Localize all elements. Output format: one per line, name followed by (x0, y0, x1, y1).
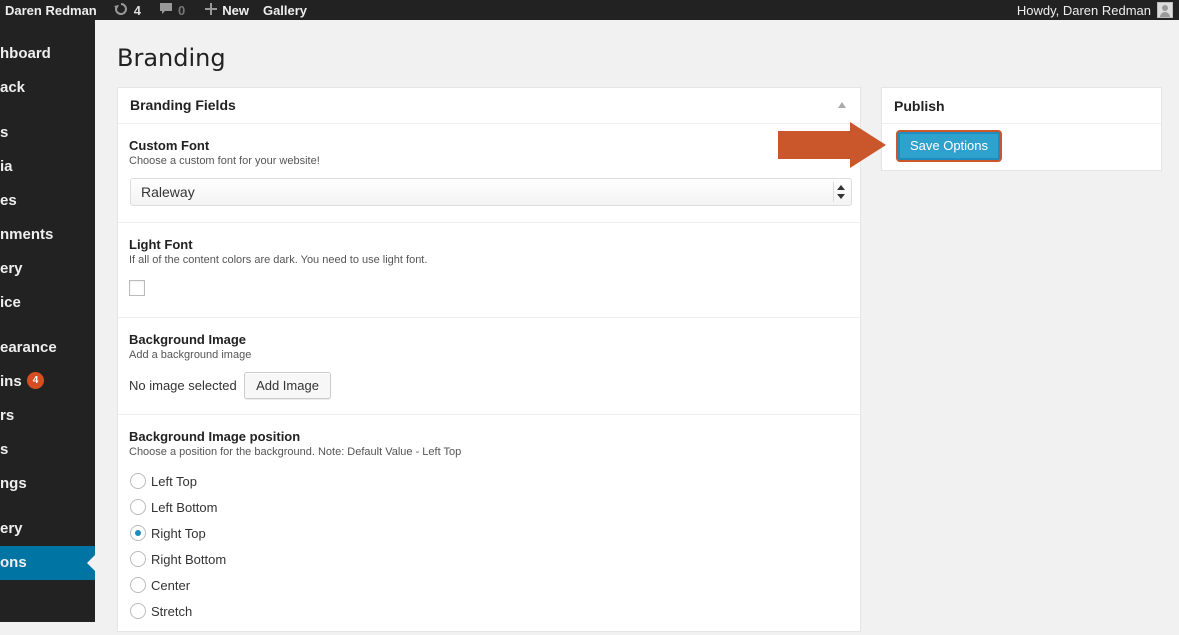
background-image-field: Background Image Add a background image (118, 318, 860, 415)
sidebar-item-plugins[interactable]: ins 4 (0, 371, 95, 393)
sidebar-item-options[interactable]: ons (0, 546, 95, 580)
new-label: New (222, 2, 249, 18)
radio-button[interactable] (130, 577, 146, 593)
comments-link[interactable]: 0 (159, 0, 185, 20)
sidebar-item-media[interactable]: ia (0, 156, 95, 178)
comments-count: 0 (177, 2, 186, 18)
radio-option-stretch[interactable]: Stretch (130, 601, 192, 621)
plus-icon (205, 2, 218, 18)
admin-bar-left: Daren Redman 4 0 New Gallery (0, 0, 307, 20)
sidebar-item-settings[interactable]: ngs (0, 473, 95, 495)
custom-font-field: Custom Font Choose a custom font for you… (118, 124, 860, 223)
custom-font-label: Custom Font (129, 138, 210, 153)
select-arrows-icon (837, 185, 845, 199)
sidebar-item-gallery[interactable]: ery (0, 258, 95, 280)
light-font-checkbox[interactable] (129, 280, 145, 296)
radio-option-center[interactable]: Center (130, 575, 190, 595)
no-image-status: No image selected (129, 378, 237, 393)
radio-button[interactable] (130, 473, 146, 489)
add-image-button[interactable]: Add Image (244, 372, 331, 399)
sidebar-item-dashboard[interactable]: hboard (0, 43, 95, 65)
radio-button[interactable] (130, 551, 146, 567)
branding-fields-panel: Branding Fields Custom Font Choose a cus… (117, 87, 861, 632)
radio-button-checked[interactable] (130, 525, 146, 541)
custom-font-select[interactable]: Raleway (130, 178, 852, 206)
site-name-link[interactable]: Daren Redman (0, 0, 97, 20)
light-font-description: If all of the content colors are dark. Y… (129, 254, 428, 266)
sidebar-item-label: ins (0, 373, 22, 390)
publish-title: Publish (894, 98, 945, 114)
publish-box: Publish Save Options (881, 87, 1162, 171)
sidebar-item-gallery-2[interactable]: ery (0, 518, 95, 540)
background-image-description: Add a background image (129, 349, 252, 361)
admin-sidebar: hboard ack s ia es nments ery ice earanc… (0, 20, 95, 622)
updates-count: 4 (133, 2, 141, 18)
sidebar-item-posts[interactable]: s (0, 122, 95, 144)
radio-button[interactable] (130, 603, 146, 619)
background-position-label: Background Image position (129, 429, 301, 444)
sidebar-item-service[interactable]: ice (0, 292, 95, 314)
background-image-label: Background Image (129, 332, 247, 347)
radio-option-left-top[interactable]: Left Top (130, 471, 197, 491)
radio-option-left-bottom[interactable]: Left Bottom (130, 497, 217, 517)
gallery-link[interactable]: Gallery (263, 0, 307, 20)
refresh-icon (113, 2, 129, 19)
page-title: Branding (117, 44, 226, 72)
light-font-label: Light Font (129, 237, 193, 252)
publish-header: Publish (882, 88, 1161, 124)
admin-bar-right: Howdy, Daren Redman (1017, 0, 1179, 20)
sidebar-item-users[interactable]: rs (0, 405, 95, 427)
sidebar-item-pages[interactable]: es (0, 190, 95, 212)
sidebar-item-appearance[interactable]: earance (0, 337, 95, 359)
updates-link[interactable]: 4 (113, 0, 141, 20)
collapse-arrow-icon[interactable] (838, 102, 846, 108)
background-position-field: Background Image position Choose a posit… (118, 415, 860, 635)
radio-option-right-top[interactable]: Right Top (130, 523, 206, 543)
light-font-field: Light Font If all of the content colors … (118, 223, 860, 318)
save-options-button[interactable]: Save Options (896, 130, 1002, 162)
sidebar-item-comments[interactable]: nments (0, 224, 95, 246)
new-content-link[interactable]: New (205, 0, 249, 20)
sidebar-item-jetpack[interactable]: ack (0, 77, 95, 99)
annotation-arrow-icon (778, 122, 886, 168)
panel-header[interactable]: Branding Fields (118, 88, 860, 124)
custom-font-description: Choose a custom font for your website! (129, 155, 320, 167)
background-position-description: Choose a position for the background. No… (129, 446, 462, 458)
avatar[interactable] (1157, 2, 1173, 18)
radio-option-right-bottom[interactable]: Right Bottom (130, 549, 226, 569)
sidebar-item-tools[interactable]: s (0, 439, 95, 461)
howdy-link[interactable]: Howdy, Daren Redman (1017, 0, 1151, 20)
panel-title: Branding Fields (130, 97, 236, 113)
comment-icon (159, 2, 173, 18)
plugins-update-badge: 4 (26, 371, 45, 389)
radio-button[interactable] (130, 499, 146, 515)
admin-bar: Daren Redman 4 0 New Gallery Howdy, Dare… (0, 0, 1179, 20)
custom-font-selected-value: Raleway (141, 184, 195, 200)
